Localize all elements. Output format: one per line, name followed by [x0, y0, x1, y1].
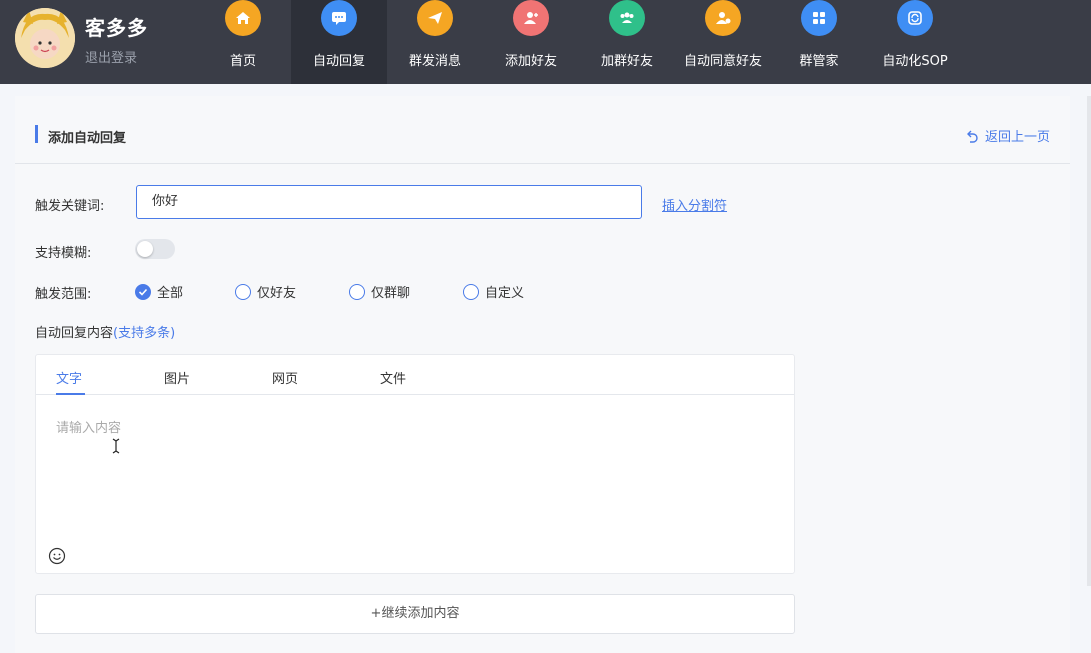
- nav-label: 自动回复: [312, 54, 365, 69]
- radio-label: 全部: [157, 286, 184, 301]
- nav-item-auto-reply[interactable]: 自动回复: [291, 0, 387, 84]
- fuzzy-toggle[interactable]: [135, 239, 175, 259]
- insert-separator-link[interactable]: 插入分割符: [662, 195, 727, 214]
- content-tabs: 文字 图片 网页 文件: [36, 355, 794, 395]
- nav-item-auto-accept[interactable]: 自动同意好友: [675, 0, 771, 84]
- logout-link[interactable]: 退出登录: [85, 47, 137, 66]
- content-label: 自动回复内容(支持多条): [35, 322, 175, 341]
- content-panel: 添加自动回复 返回上一页 触发关键词: 你好 插入分割符 支持模糊: 触发范围:…: [15, 96, 1070, 653]
- scope-label: 触发范围:: [35, 287, 92, 302]
- nav-item-group-friends[interactable]: 加群好友: [579, 0, 675, 84]
- keyword-label: 触发关键词:: [35, 199, 105, 214]
- scope-radio-friends[interactable]: 仅好友: [235, 282, 296, 301]
- radio-label: 仅群聊: [371, 286, 411, 301]
- panel-header: 添加自动回复 返回上一页: [15, 96, 1070, 164]
- home-icon: [225, 0, 261, 36]
- tab-text[interactable]: 文字: [56, 368, 82, 387]
- tab-file[interactable]: 文件: [380, 368, 406, 387]
- nav-item-home[interactable]: 首页: [195, 0, 291, 84]
- text-cursor-icon: [112, 438, 120, 454]
- reply-content-input[interactable]: [56, 417, 776, 537]
- scope-radio-custom[interactable]: 自定义: [463, 282, 524, 301]
- nav-item-group-manager[interactable]: 群管家: [771, 0, 867, 84]
- radio-label: 仅好友: [257, 286, 297, 301]
- nav-label: 加群好友: [600, 54, 653, 69]
- nav-label: 添加好友: [504, 54, 557, 69]
- group-icon: [609, 0, 645, 36]
- tab-image[interactable]: 图片: [164, 368, 190, 387]
- nav-label: 自动化SOP: [882, 54, 948, 69]
- content-label-text: 自动回复内容: [35, 326, 114, 341]
- nav-label: 群发消息: [408, 54, 461, 69]
- grid-apps-icon: [801, 0, 837, 36]
- paper-plane-icon: [417, 0, 453, 36]
- radio-unchecked-icon: [235, 283, 251, 300]
- back-label: 返回上一页: [984, 130, 1050, 145]
- nav-item-sop[interactable]: 自动化SOP: [867, 0, 963, 84]
- nav-item-broadcast[interactable]: 群发消息: [387, 0, 483, 84]
- radio-label: 自定义: [485, 286, 525, 301]
- brand-name: 客多多: [85, 16, 148, 40]
- chat-bubble-icon: [321, 0, 357, 36]
- scope-radio-all[interactable]: 全部: [135, 282, 183, 301]
- toggle-knob: [137, 241, 153, 257]
- top-header: 客多多 退出登录 首页 自动回复 群发消息 添加好友 加群好友 自动同意好友 群…: [0, 0, 1091, 84]
- radio-unchecked-icon: [349, 283, 365, 300]
- fuzzy-label: 支持模糊:: [35, 246, 92, 261]
- nav-label: 自动同意好友: [683, 54, 762, 69]
- title-accent-bar: [35, 125, 38, 143]
- emoji-icon[interactable]: [48, 547, 66, 565]
- page-title: 添加自动回复: [48, 131, 127, 146]
- nav-label: 首页: [229, 54, 256, 69]
- back-button[interactable]: 返回上一页: [966, 126, 1050, 145]
- content-hint: (支持多条): [113, 326, 176, 341]
- scope-radio-groups[interactable]: 仅群聊: [349, 282, 410, 301]
- reply-editor: 文字 图片 网页 文件: [35, 354, 795, 574]
- add-user-icon: [513, 0, 549, 36]
- nav-label: 群管家: [799, 54, 839, 69]
- undo-arrow-icon: [966, 130, 978, 143]
- tab-webpage[interactable]: 网页: [272, 368, 298, 387]
- user-check-icon: [705, 0, 741, 36]
- scrollbar[interactable]: [1087, 96, 1091, 586]
- radio-unchecked-icon: [463, 283, 479, 300]
- radio-checked-icon: [135, 283, 151, 300]
- nav-item-add-friend[interactable]: 添加好友: [483, 0, 579, 84]
- add-more-content-button[interactable]: +继续添加内容: [35, 594, 795, 634]
- avatar[interactable]: [15, 8, 75, 68]
- active-tab-underline: [56, 393, 85, 395]
- refresh-cycle-icon: [897, 0, 933, 36]
- keyword-input[interactable]: 你好: [136, 185, 642, 219]
